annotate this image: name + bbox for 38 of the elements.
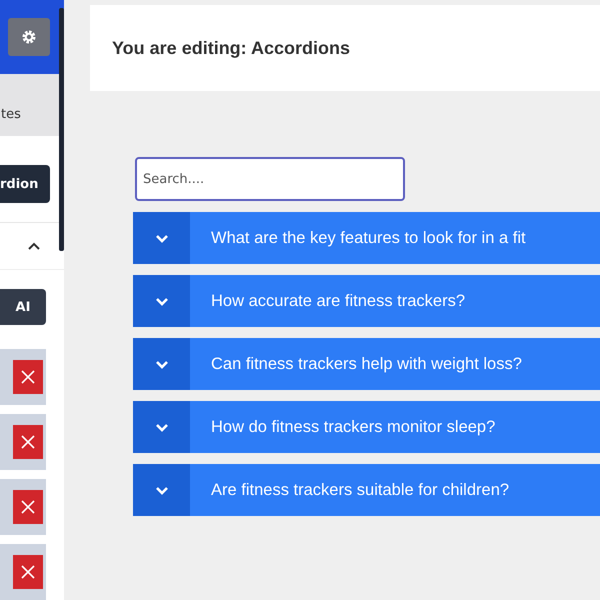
close-icon (21, 565, 35, 579)
accordion-item[interactable]: How accurate are fitness trackers? (133, 275, 600, 327)
accordion-toggle[interactable] (133, 401, 190, 453)
scrollbar[interactable] (59, 8, 64, 251)
sidebar-label: tes (1, 106, 21, 122)
accordion-item[interactable]: How do fitness trackers monitor sleep? (133, 401, 600, 453)
accordion-toggle[interactable] (133, 275, 190, 327)
add-accordion-button[interactable]: rdion (0, 165, 50, 204)
page-title: You are editing: Accordions (112, 38, 350, 58)
accordion-item[interactable]: Are fitness trackers suitable for children? (133, 464, 600, 516)
chevron-icon (154, 296, 168, 306)
chevron-icon (154, 422, 168, 432)
accordion-question: Can fitness trackers help with weight loss? (210, 354, 522, 374)
settings-icon (21, 29, 37, 46)
accordion-question: Are fitness trackers suitable for children? (210, 480, 510, 500)
accordion-question: What are the key features to look for in a fit (210, 228, 526, 248)
accordion-item[interactable]: What are the key features to look for in a fit (133, 212, 600, 264)
delete-button[interactable] (13, 360, 43, 394)
close-icon (21, 370, 35, 384)
chevron-icon (154, 234, 168, 242)
accordion-item[interactable]: Can fitness trackers help with weight loss? (133, 338, 600, 390)
accordion-toggle[interactable] (133, 464, 190, 516)
collapse-button[interactable] (26, 240, 42, 252)
close-icon (21, 435, 35, 449)
close-icon (21, 500, 35, 514)
settings-button[interactable] (8, 18, 50, 56)
search-field[interactable]: Search.... (135, 157, 405, 201)
delete-button[interactable] (13, 425, 43, 459)
accordion-question: How accurate are fitness trackers? (210, 290, 466, 312)
delete-button[interactable] (13, 490, 43, 524)
accordion-toggle[interactable] (133, 212, 190, 264)
accordion-question: How do fitness trackers monitor sleep? (210, 416, 496, 438)
caret-icon (28, 242, 40, 250)
chevron-icon (154, 360, 168, 368)
accordion-toggle[interactable] (133, 338, 190, 390)
chevron-icon (154, 486, 168, 494)
delete-button[interactable] (13, 555, 43, 589)
ai-button[interactable]: AI (0, 289, 46, 325)
